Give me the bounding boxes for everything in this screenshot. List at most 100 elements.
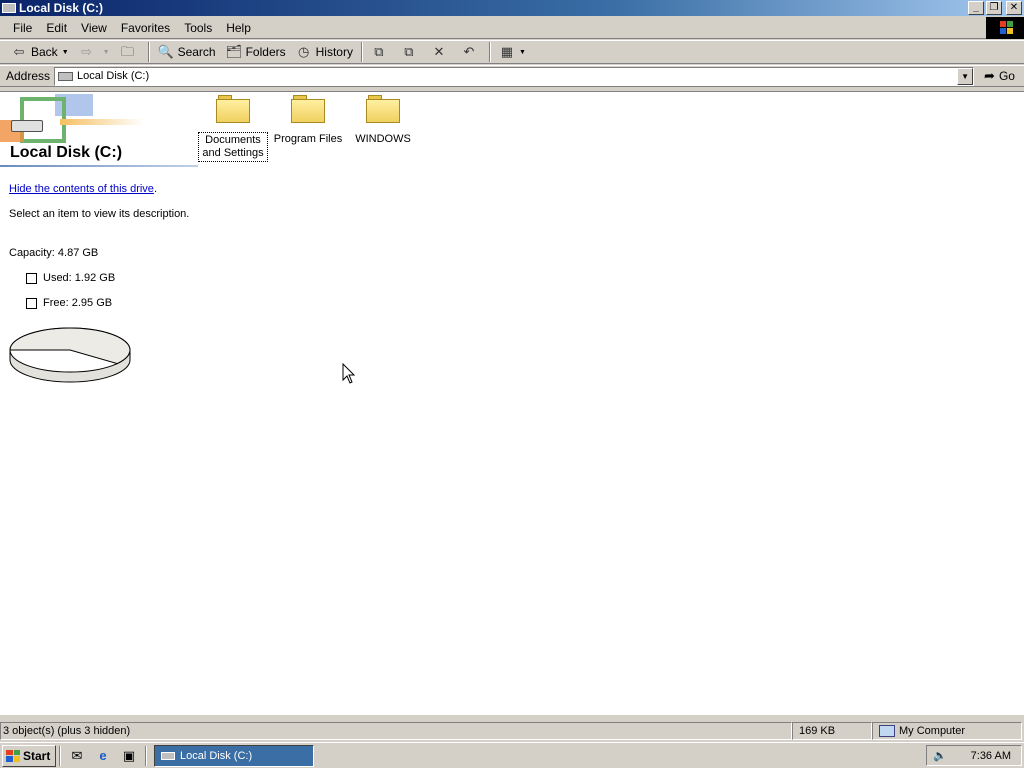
menu-file[interactable]: File [6, 17, 39, 39]
undo-button[interactable]: ↶ [456, 41, 486, 63]
system-tray: 🔈 7:36 AM [926, 745, 1022, 766]
go-label: Go [998, 69, 1015, 83]
hide-link-period: . [154, 183, 158, 195]
start-button[interactable]: Start [2, 744, 56, 767]
taskbar: Start ✉ e ▣ Local Disk (C:) 🔈 7:36 AM [0, 742, 1024, 768]
taskbar-separator [145, 745, 147, 766]
views-grid-icon: ▦ [500, 44, 514, 59]
back-label: Back [31, 45, 58, 59]
used-legend: Used: 1.92 GB [26, 272, 115, 284]
up-button[interactable]: 🗀 [115, 41, 145, 63]
back-button[interactable]: ⇦ Back ▼ [6, 41, 74, 63]
minimize-button[interactable]: _ [968, 1, 984, 15]
menu-bar: File Edit View Favorites Tools Help [0, 17, 1024, 39]
forward-button[interactable]: ⇨ ▼ [74, 41, 115, 63]
menu-help[interactable]: Help [219, 17, 258, 39]
status-zone: My Computer [872, 722, 1022, 740]
outlook-express-icon[interactable]: ✉ [66, 746, 88, 766]
forward-arrow-icon: ⇨ [81, 44, 93, 59]
folder-documents-and-settings[interactable]: Documents and Settings [194, 95, 272, 162]
close-button[interactable]: ✕ [1006, 1, 1022, 15]
address-combobox[interactable]: ▼ [54, 66, 975, 86]
panel-title: Local Disk (C:) [10, 144, 123, 161]
history-label: History [315, 45, 353, 59]
delete-button[interactable]: ✕ [426, 41, 456, 63]
status-size: 169 KB [792, 722, 872, 740]
folder-label: WINDOWS [355, 133, 411, 145]
folder-icon [216, 95, 250, 123]
description-text: Select an item to view its description. [9, 208, 190, 220]
used-text: Used: 1.92 GB [43, 272, 116, 284]
history-icon: ◷ [297, 44, 310, 59]
history-button[interactable]: ◷ History [291, 41, 358, 63]
free-swatch [26, 297, 37, 309]
folders-button[interactable]: 🗂 Folders [221, 41, 291, 63]
task-label: Local Disk (C:) [180, 749, 253, 762]
chevron-down-icon[interactable]: ▼ [103, 49, 110, 56]
drive-icon [2, 3, 16, 13]
folders-label: Folders [245, 45, 286, 59]
copy-to-icon: ⧉ [404, 44, 414, 59]
free-legend: Free: 2.95 GB [26, 297, 112, 309]
clock[interactable]: 7:36 AM [971, 750, 1011, 762]
menu-tools[interactable]: Tools [177, 17, 219, 39]
menu-view[interactable]: View [74, 17, 114, 39]
delete-x-icon: ✕ [433, 44, 445, 59]
folders-icon: 🗂 [225, 44, 243, 59]
window-title: Local Disk (C:) [19, 1, 104, 15]
chevron-down-icon[interactable]: ▼ [519, 49, 526, 56]
toolbar-separator [147, 42, 150, 62]
copy-to-button[interactable]: ⧉ [396, 41, 426, 63]
taskbar-window-local-disk[interactable]: Local Disk (C:) [154, 744, 314, 767]
windows-logo-icon [986, 17, 1024, 39]
address-label: Address [6, 69, 51, 83]
menu-favorites[interactable]: Favorites [114, 17, 177, 39]
taskbar-separator [59, 745, 61, 766]
hard-drive-icon [11, 120, 43, 132]
folder-label: Program Files [273, 133, 343, 145]
disk-usage-pie [9, 327, 131, 383]
search-label: Search [177, 45, 216, 59]
folder-icon [366, 95, 400, 123]
folder-program-files[interactable]: Program Files [269, 95, 347, 147]
web-view-panel: Local Disk (C:) Hide the contents of thi… [0, 92, 200, 716]
address-dropdown-button[interactable]: ▼ [957, 67, 974, 85]
folder-label: Documents and Settings [198, 132, 268, 162]
show-desktop-icon[interactable]: ▣ [118, 746, 140, 766]
title-bar: Local Disk (C:) _ ❐ ✕ [0, 0, 1024, 16]
back-arrow-icon: ⇦ [13, 44, 25, 59]
move-to-icon: ⧉ [374, 44, 384, 59]
undo-icon: ↶ [463, 44, 475, 59]
capacity-text: Capacity: 4.87 GB [9, 247, 99, 259]
search-icon: 🔍 [157, 44, 174, 59]
my-computer-icon [879, 725, 895, 737]
views-button[interactable]: ▦ ▼ [494, 41, 531, 63]
standard-toolbar: ⇦ Back ▼ ⇨ ▼ 🗀 🔍 Search 🗂 Folders ◷ Hist… [0, 40, 1024, 64]
folder-windows[interactable]: WINDOWS [344, 95, 422, 147]
search-button[interactable]: 🔍 Search [153, 41, 221, 63]
start-label: Start [23, 748, 51, 763]
drive-icon [58, 71, 74, 81]
free-text: Free: 2.95 GB [43, 297, 113, 309]
folder-up-icon: 🗀 [121, 44, 135, 59]
volume-icon[interactable]: 🔈 [933, 749, 947, 762]
move-to-button[interactable]: ⧉ [366, 41, 396, 63]
hide-contents-link[interactable]: Hide the contents of this drive [9, 183, 154, 195]
internet-explorer-icon[interactable]: e [92, 746, 114, 766]
address-input[interactable] [77, 70, 938, 82]
drive-icon [161, 751, 175, 760]
go-arrow-icon: ➦ [984, 68, 995, 83]
restore-button[interactable]: ❐ [986, 1, 1002, 15]
status-zone-label: My Computer [899, 725, 966, 737]
folder-icon [291, 95, 325, 123]
toolbar-separator [360, 42, 363, 62]
go-button[interactable]: ➦ Go [984, 68, 1015, 84]
folder-view[interactable]: Local Disk (C:) Hide the contents of thi… [0, 91, 1024, 715]
windows-logo-icon [6, 749, 20, 762]
chevron-down-icon[interactable]: ▼ [62, 49, 69, 56]
used-swatch [26, 272, 37, 284]
address-bar: Address ▼ ➦ Go [0, 65, 1024, 87]
status-bar: 3 object(s) (plus 3 hidden) 169 KB My Co… [0, 721, 1024, 741]
mouse-cursor-icon [342, 363, 356, 384]
menu-edit[interactable]: Edit [39, 17, 74, 39]
